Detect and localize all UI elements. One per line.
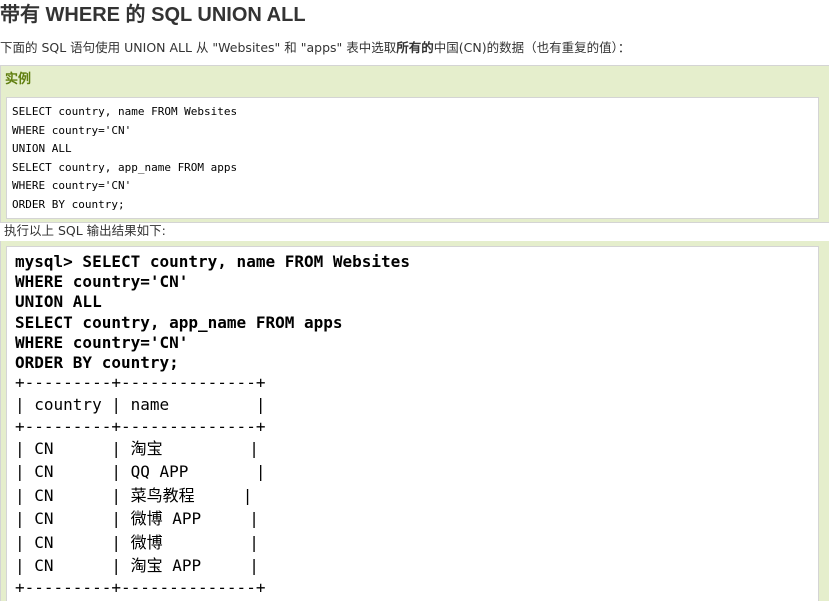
table-row: | CN | 菜鸟教程 |	[15, 485, 253, 505]
table-row: | CN | 淘宝 APP |	[15, 556, 259, 576]
page: 带有 WHERE 的 SQL UNION ALL 下面的 SQL 语句使用 UN…	[0, 0, 830, 601]
intro-text-bold: 所有的	[396, 40, 434, 55]
intro-text-end: 中国(CN)的数据（也有重复的值）：	[433, 40, 631, 55]
page-title: 带有 WHERE 的 SQL UNION ALL	[0, 4, 306, 26]
example-code-block: SELECT country, name FROM Websites WHERE…	[6, 97, 819, 219]
example-box: 实例 SELECT country, name FROM Websites WH…	[0, 65, 829, 223]
example-label: 实例	[5, 72, 32, 87]
table-border-middle: +---------+--------------+	[15, 416, 266, 436]
table-row: | CN | 微博 |	[15, 532, 259, 552]
result-code-block: mysql> SELECT country, name FROM Website…	[6, 246, 819, 601]
intro-text-start: 下面的 SQL 语句使用 UNION ALL 从 "Websites" 和 "a…	[0, 40, 397, 55]
result-query: mysql> SELECT country, name FROM Website…	[15, 252, 410, 373]
table-border-top: +---------+--------------+	[15, 373, 266, 393]
result-table: +---------+--------------+ | country | n…	[7, 373, 818, 598]
result-label: 执行以上 SQL 输出结果如下:	[4, 223, 166, 238]
intro-text: 下面的 SQL 语句使用 UNION ALL 从 "Websites" 和 "a…	[0, 40, 630, 56]
table-row: | CN | 淘宝 |	[15, 438, 259, 458]
example-code: SELECT country, name FROM Websites WHERE…	[12, 105, 238, 211]
table-row: | CN | QQ APP |	[15, 462, 266, 482]
table-header: | country | name |	[15, 395, 266, 415]
table-row: | CN | 微博 APP |	[15, 509, 259, 529]
result-box: mysql> SELECT country, name FROM Website…	[0, 241, 829, 601]
table-border-bottom: +---------+--------------+	[15, 577, 266, 597]
